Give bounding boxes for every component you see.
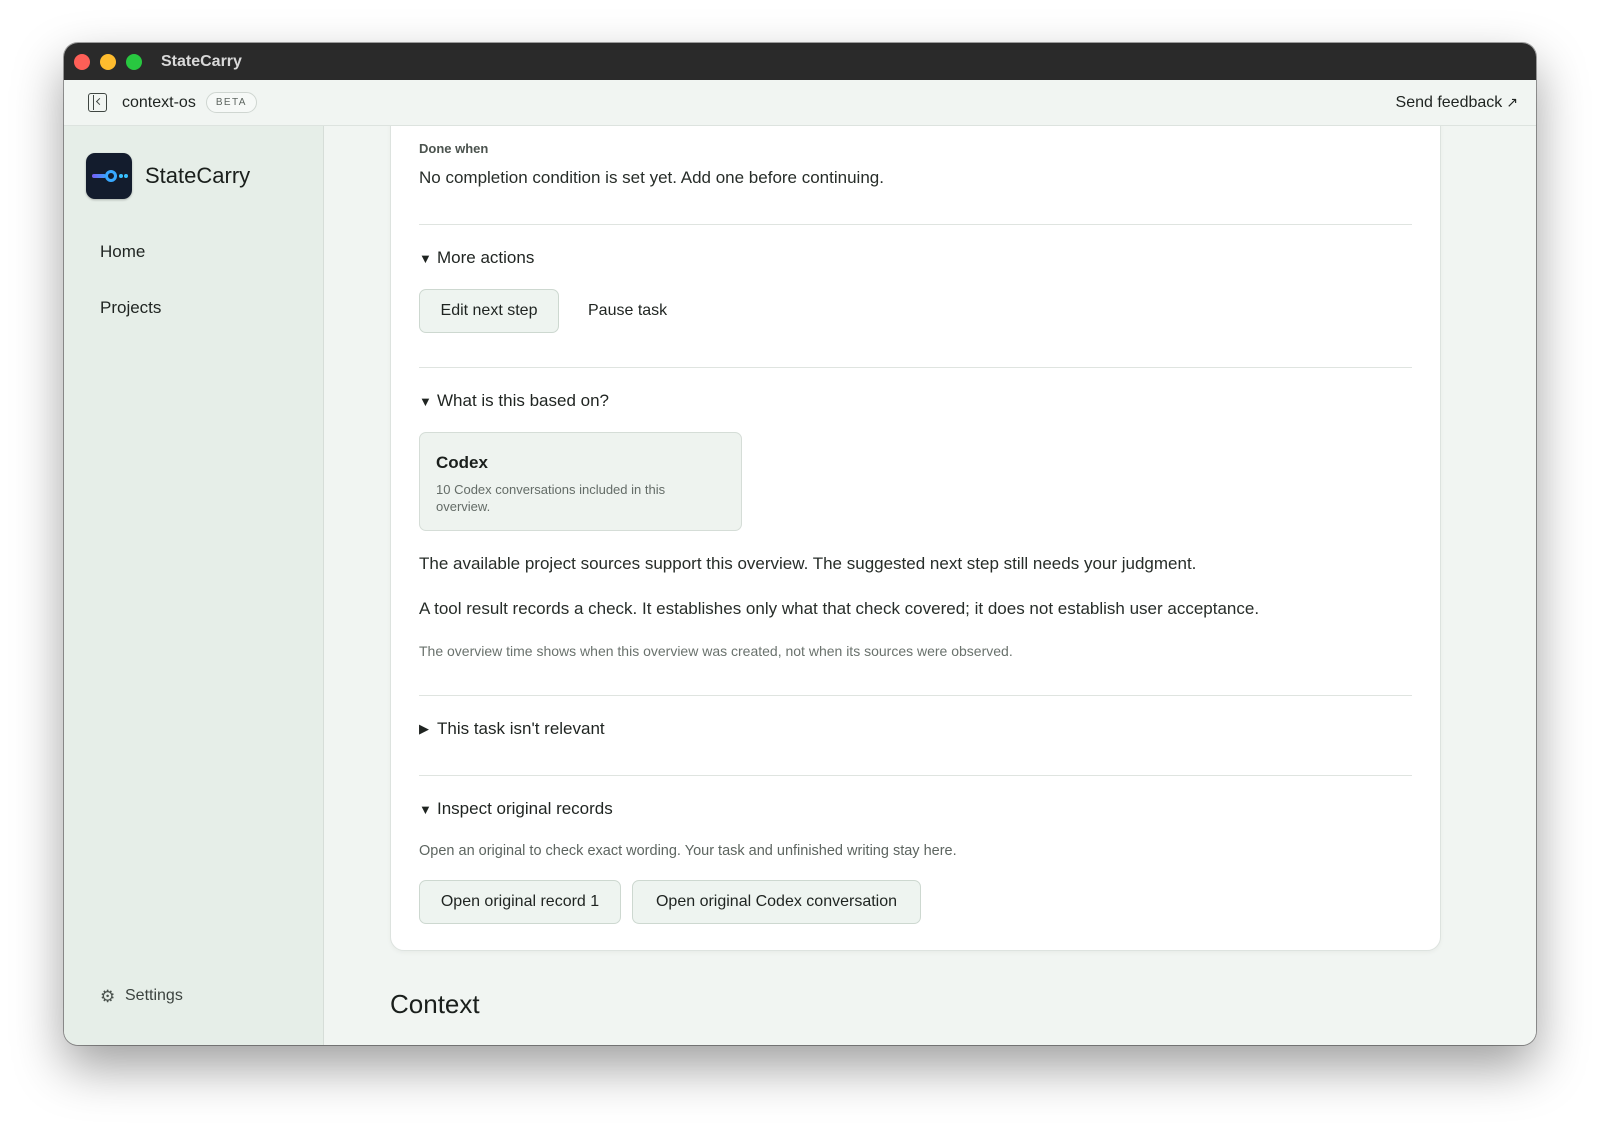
gear-icon: ⚙ [100,986,116,1006]
sidebar-item-projects[interactable]: Projects [100,298,161,318]
divider [419,367,1412,368]
title-bar: StateCarry [64,43,1536,80]
window-title: StateCarry [161,52,242,70]
overview-time-note: The overview time shows when this overvi… [419,643,1013,659]
divider [419,224,1412,225]
divider [419,695,1412,696]
based-on-paragraph: A tool result records a check. It establ… [419,599,1260,618]
done-when-label: Done when [419,141,489,156]
source-description: 10 Codex conversations included in this … [436,482,666,514]
more-actions-toggle[interactable]: ▼ More actions [419,248,1412,268]
settings-button[interactable]: ⚙ Settings [100,987,183,1005]
statecarry-logo-icon [86,153,132,199]
caret-down-icon: ▼ [419,250,432,266]
sidebar-item-home[interactable]: Home [100,242,145,262]
pause-task-button[interactable]: Pause task [588,302,667,320]
inspect-records-toggle[interactable]: ▼ Inspect original records [419,799,1412,819]
open-codex-conversation-button[interactable]: Open original Codex conversation [632,880,921,924]
close-window-button[interactable] [74,53,90,70]
send-feedback-link[interactable]: Send feedback ↗ [1396,94,1518,112]
inspect-records-label: Inspect original records [437,799,613,818]
based-on-paragraph: The available project sources support th… [419,554,1197,573]
app-window: StateCarry context-os BETA Send feedback… [64,43,1536,1045]
caret-down-icon: ▼ [419,393,432,409]
main-content[interactable]: Done when No completion condition is set… [325,126,1536,1045]
caret-right-icon: ▶ [419,721,429,736]
minimize-window-button[interactable] [100,53,116,70]
brand: StateCarry [86,153,250,199]
context-heading: Context [390,989,480,1019]
edit-next-step-button[interactable]: Edit next step [419,289,559,333]
send-feedback-label: Send feedback [1395,93,1503,111]
zoom-window-button[interactable] [126,53,142,70]
not-relevant-toggle[interactable]: ▶ This task isn't relevant [419,719,1412,739]
sidebar: StateCarry Home Projects ⚙ Settings [64,126,324,1045]
settings-label: Settings [125,987,183,1004]
source-card-codex: Codex 10 Codex conversations included in… [419,432,742,531]
not-relevant-label: This task isn't relevant [437,719,605,738]
task-card: Done when No completion condition is set… [390,126,1441,951]
top-bar: context-os BETA Send feedback ↗ [64,80,1536,126]
more-actions-label: More actions [437,248,535,267]
traffic-lights [74,53,142,70]
workspace-name: context-os [122,93,196,111]
caret-down-icon: ▼ [419,801,432,817]
source-title: Codex [436,453,488,472]
brand-name: StateCarry [145,163,251,188]
beta-badge: BETA [205,92,257,113]
done-when-text: No completion condition is set yet. Add … [419,168,884,187]
external-arrow-icon: ↗ [1506,94,1518,110]
based-on-label: What is this based on? [437,391,609,410]
based-on-toggle[interactable]: ▼ What is this based on? [419,391,1412,411]
divider [419,775,1412,776]
sidebar-toggle-icon[interactable] [88,93,107,112]
open-original-record-button[interactable]: Open original record 1 [419,880,621,924]
inspect-records-description: Open an original to check exact wording.… [419,843,957,859]
